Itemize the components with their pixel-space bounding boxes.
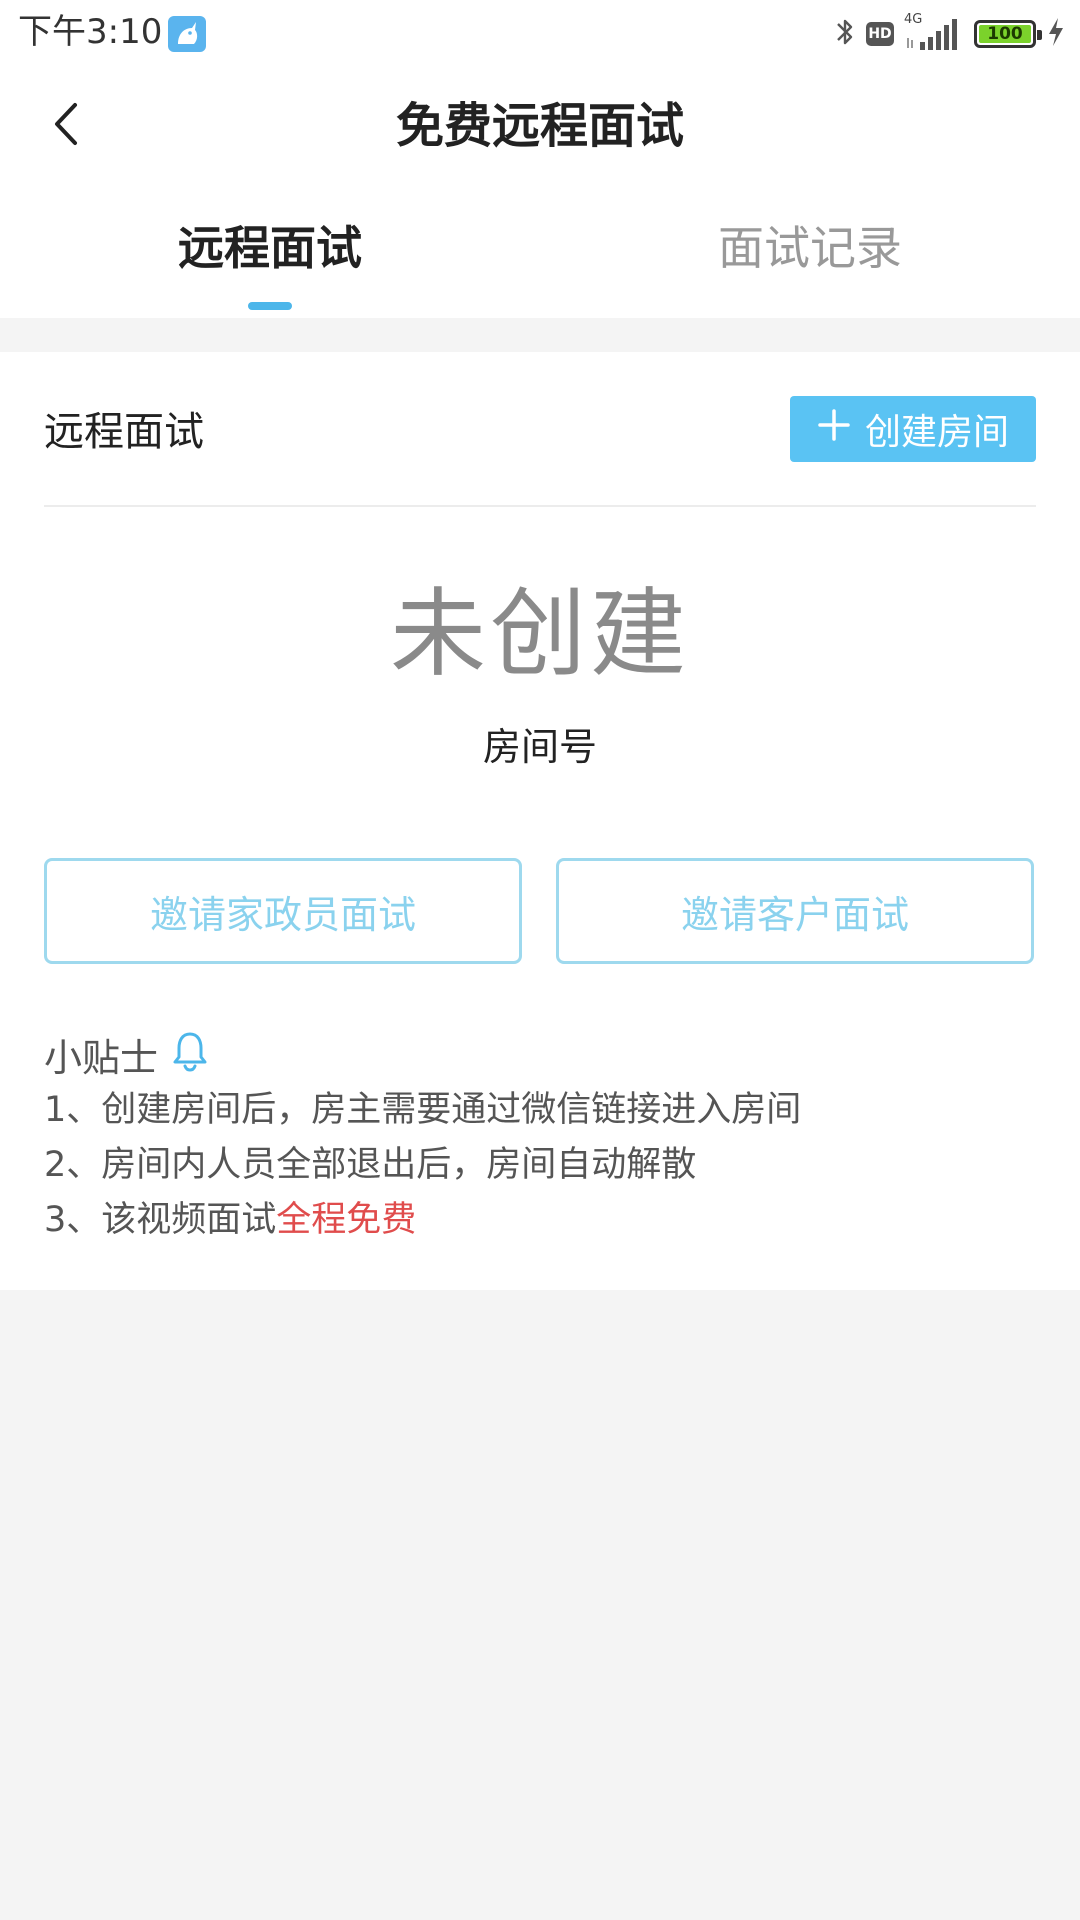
tip-item-3-text: 3、该视频面试 bbox=[44, 1200, 277, 1240]
page: 下午3:10 HD 4G 100 免费远程面试 远程面试 面试记录 远程面试 创… bbox=[0, 0, 1080, 1920]
battery-cap bbox=[1037, 30, 1042, 40]
interview-card: 远程面试 创建房间 未创建 房间号 邀请家政员面试 邀请客户面试 小贴士 1、创… bbox=[0, 352, 1080, 1290]
battery-level: 100 bbox=[979, 25, 1031, 43]
tips-title: 小贴士 bbox=[44, 1030, 208, 1085]
free-highlight: 全程免费 bbox=[276, 1200, 417, 1240]
active-tab-indicator bbox=[248, 302, 292, 310]
invite-customer-button[interactable]: 邀请客户面试 bbox=[556, 858, 1034, 964]
tab-bar: 远程面试 面试记录 bbox=[0, 188, 1080, 318]
status-bar: 下午3:10 HD 4G 100 bbox=[0, 0, 1080, 66]
create-room-label: 创建房间 bbox=[864, 412, 1009, 453]
header: 免费远程面试 bbox=[0, 66, 1080, 188]
battery-icon: 100 bbox=[974, 20, 1042, 48]
hd-icon: HD bbox=[866, 22, 894, 46]
tips-title-label: 小贴士 bbox=[44, 1035, 159, 1080]
status-time: 下午3:10 bbox=[18, 12, 163, 52]
signal-icon: 4G bbox=[904, 12, 964, 52]
charging-icon bbox=[1046, 16, 1066, 52]
plus-icon bbox=[817, 408, 851, 451]
tab-interview-records[interactable]: 面试记录 bbox=[540, 218, 1080, 278]
tip-item-3: 3、该视频面试全程免费 bbox=[44, 1196, 416, 1244]
create-room-button[interactable]: 创建房间 bbox=[790, 396, 1036, 462]
unicorn-app-icon bbox=[168, 16, 206, 52]
page-title: 免费远程面试 bbox=[395, 98, 684, 154]
invite-housekeeper-button[interactable]: 邀请家政员面试 bbox=[44, 858, 522, 964]
room-status: 未创建 bbox=[390, 578, 690, 690]
tab-remote-interview[interactable]: 远程面试 bbox=[0, 218, 540, 278]
divider bbox=[44, 505, 1036, 507]
bluetooth-icon bbox=[834, 15, 856, 53]
bell-icon bbox=[172, 1030, 208, 1085]
room-number-label: 房间号 bbox=[482, 725, 597, 769]
network-type-label: 4G bbox=[904, 12, 923, 27]
tip-item-2: 2、房间内人员全部退出后，房间自动解散 bbox=[44, 1145, 697, 1185]
tip-item-1: 1、创建房间后，房主需要通过微信链接进入房间 bbox=[44, 1090, 802, 1130]
status-icons: HD 4G 100 bbox=[834, 12, 1066, 56]
section-title: 远程面试 bbox=[44, 409, 204, 455]
